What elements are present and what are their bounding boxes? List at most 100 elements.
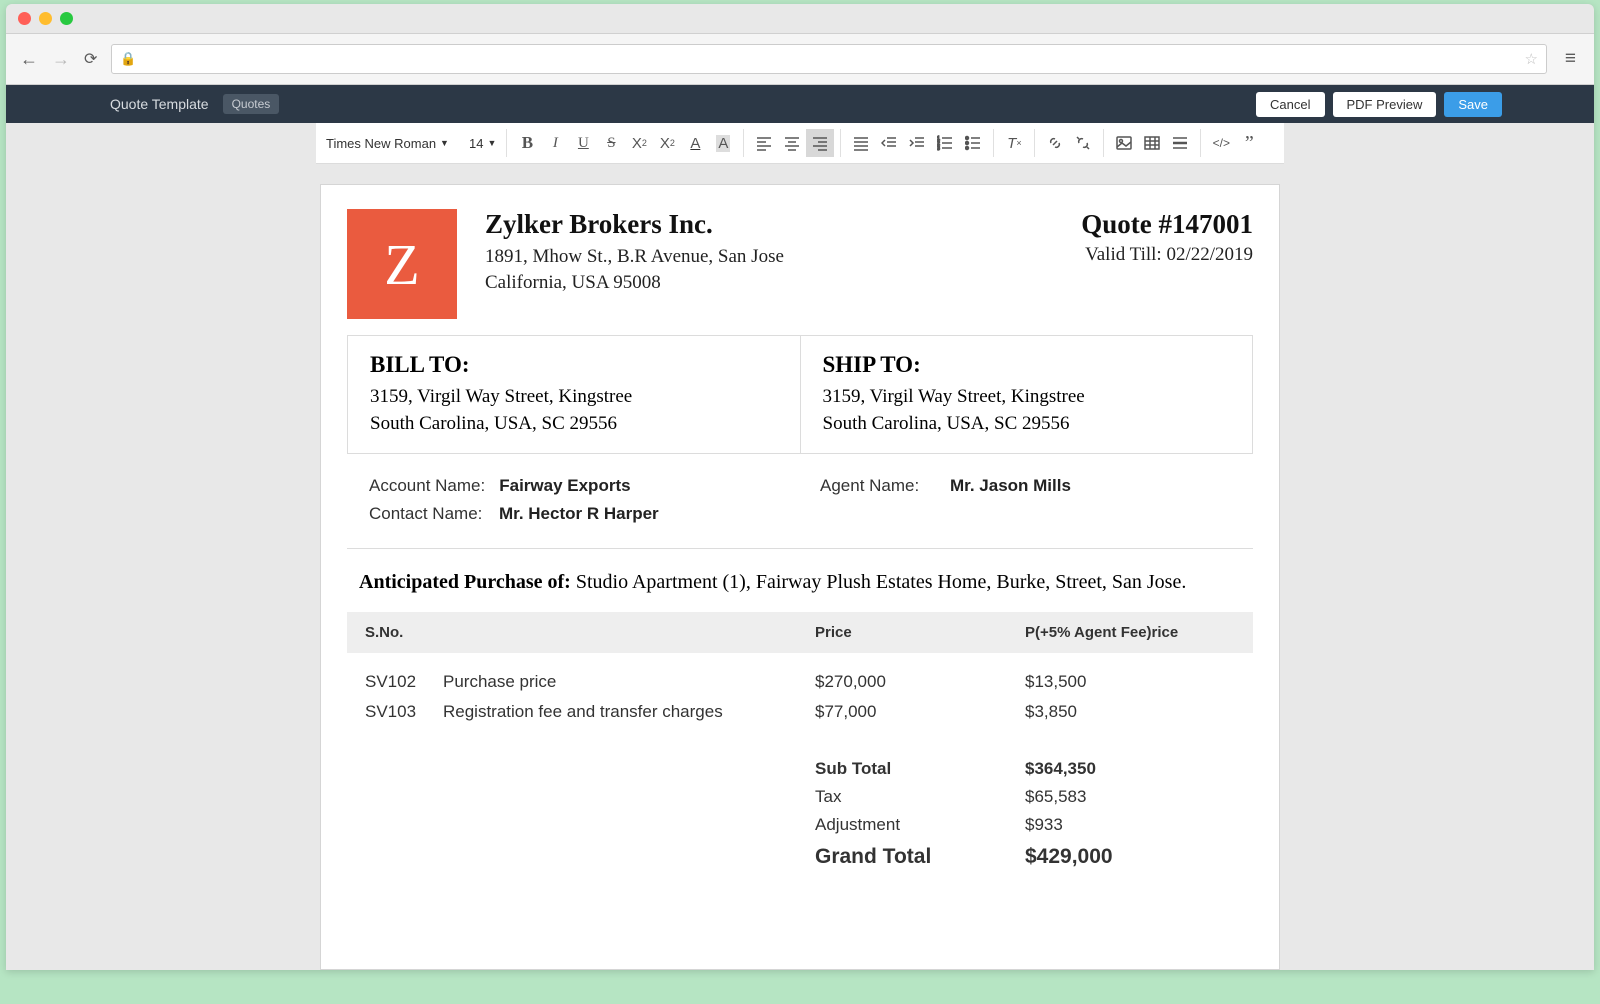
highlight-color-button[interactable]: A: [709, 129, 737, 157]
company-logo: Z: [347, 209, 457, 319]
subscript-button[interactable]: X2: [625, 129, 653, 157]
bold-button[interactable]: B: [513, 129, 541, 157]
editor-toolbar: Times New Roman ▼ 14 ▼ B I U S X2 X2 A A…: [316, 123, 1284, 164]
company-address-line1: 1891, Mhow St., B.R Avenue, San Jose: [485, 244, 1053, 270]
text-color-button[interactable]: A: [681, 129, 709, 157]
tax-value: $65,583: [1025, 787, 1235, 807]
cell-fee: $13,500: [1025, 672, 1235, 692]
adjustment-value: $933: [1025, 815, 1235, 835]
window-maximize-icon[interactable]: [60, 12, 73, 25]
ordered-list-button[interactable]: 123: [931, 129, 959, 157]
table-row: SV102 Purchase price $270,000 $13,500: [365, 667, 1235, 697]
logo-letter: Z: [384, 231, 419, 298]
unlink-button[interactable]: [1069, 129, 1097, 157]
purchase-label: Anticipated Purchase of:: [359, 571, 571, 593]
align-left-button[interactable]: [750, 129, 778, 157]
svg-text:3: 3: [937, 146, 940, 151]
underline-button[interactable]: U: [569, 129, 597, 157]
ship-to-line2: South Carolina, USA, SC 29556: [823, 411, 1231, 438]
ship-to-box: SHIP TO: 3159, Virgil Way Street, Kingst…: [801, 336, 1253, 453]
ship-to-line1: 3159, Virgil Way Street, Kingstree: [823, 384, 1231, 411]
align-center-button[interactable]: [778, 129, 806, 157]
clear-format-button[interactable]: T×: [1000, 129, 1028, 157]
table-button[interactable]: [1138, 129, 1166, 157]
align-justify-button[interactable]: [847, 129, 875, 157]
page-title: Quote Template: [20, 96, 209, 112]
quote-number: Quote #147001: [1081, 209, 1253, 240]
window-controls: [6, 4, 1594, 34]
cell-price: $270,000: [815, 672, 1025, 692]
unordered-list-button[interactable]: [959, 129, 987, 157]
adjustment-label: Adjustment: [815, 815, 1025, 835]
cell-price: $77,000: [815, 702, 1025, 722]
code-view-button[interactable]: </>: [1207, 129, 1235, 157]
bill-to-box: BILL TO: 3159, Virgil Way Street, Kingst…: [348, 336, 801, 453]
cell-sno: SV102: [365, 672, 443, 692]
pdf-preview-button[interactable]: PDF Preview: [1333, 92, 1437, 117]
link-button[interactable]: [1041, 129, 1069, 157]
subtotal-label: Sub Total: [815, 759, 1025, 779]
bookmark-star-icon[interactable]: ☆: [1524, 50, 1537, 68]
window-minimize-icon[interactable]: [39, 12, 52, 25]
context-badge[interactable]: Quotes: [223, 94, 280, 114]
url-bar[interactable]: 🔒 ☆: [111, 44, 1547, 74]
cell-fee: $3,850: [1025, 702, 1235, 722]
bill-to-title: BILL TO:: [370, 352, 778, 378]
back-button[interactable]: ←: [20, 49, 38, 70]
purchase-description: Anticipated Purchase of: Studio Apartmen…: [347, 549, 1253, 612]
ship-to-title: SHIP TO:: [823, 352, 1231, 378]
font-family-select[interactable]: Times New Roman ▼: [316, 132, 459, 155]
bill-to-line1: 3159, Virgil Way Street, Kingstree: [370, 384, 778, 411]
header-price: Price: [815, 624, 1025, 641]
grand-total-row: .. Grand Total $429,000: [365, 839, 1235, 873]
agent-name-value: Mr. Jason Mills: [950, 476, 1071, 496]
cell-sno: SV103: [365, 702, 443, 722]
indent-button[interactable]: [903, 129, 931, 157]
header-fee: P(+5% Agent Fee)rice: [1025, 624, 1235, 641]
cancel-button[interactable]: Cancel: [1256, 92, 1324, 117]
chevron-down-icon: ▼: [487, 138, 496, 148]
table-header: S.No. Price P(+5% Agent Fee)rice: [347, 612, 1253, 653]
adjustment-row: .. Adjustment $933: [365, 811, 1235, 839]
account-name-value: Fairway Exports: [499, 476, 630, 496]
superscript-button[interactable]: X2: [653, 129, 681, 157]
forward-button[interactable]: →: [52, 49, 70, 70]
window-close-icon[interactable]: [18, 12, 31, 25]
font-size-select[interactable]: 14 ▼: [459, 132, 506, 155]
blockquote-button[interactable]: ”: [1235, 129, 1263, 157]
app-bar: Quote Template Quotes Cancel PDF Preview…: [6, 85, 1594, 123]
header-sno: S.No.: [365, 624, 443, 641]
cell-desc: Registration fee and transfer charges: [443, 702, 815, 722]
document-canvas[interactable]: Z Zylker Brokers Inc. 1891, Mhow St., B.…: [320, 184, 1280, 970]
lock-icon: 🔒: [120, 51, 136, 67]
quote-valid-till: Valid Till: 02/22/2019: [1081, 244, 1253, 266]
tax-label: Tax: [815, 787, 1025, 807]
subtotal-row: .. Sub Total $364,350: [365, 755, 1235, 783]
bill-to-line2: South Carolina, USA, SC 29556: [370, 411, 778, 438]
cell-desc: Purchase price: [443, 672, 815, 692]
outdent-button[interactable]: [875, 129, 903, 157]
strikethrough-button[interactable]: S: [597, 129, 625, 157]
italic-button[interactable]: I: [541, 129, 569, 157]
image-button[interactable]: [1110, 129, 1138, 157]
account-name-label: Account Name:: [369, 476, 485, 496]
align-right-button[interactable]: [806, 129, 834, 157]
grand-total-label: Grand Total: [815, 845, 1025, 869]
grand-total-value: $429,000: [1025, 845, 1235, 869]
save-button[interactable]: Save: [1444, 92, 1502, 117]
company-address-line2: California, USA 95008: [485, 270, 1053, 296]
chevron-down-icon: ▼: [440, 138, 449, 148]
horizontal-rule-button[interactable]: [1166, 129, 1194, 157]
contact-name-value: Mr. Hector R Harper: [499, 504, 659, 524]
purchase-text: Studio Apartment (1), Fairway Plush Esta…: [576, 571, 1186, 593]
font-family-label: Times New Roman: [326, 136, 436, 151]
browser-menu-icon[interactable]: ≡: [1561, 48, 1580, 70]
table-row: SV103 Registration fee and transfer char…: [365, 697, 1235, 727]
subtotal-value: $364,350: [1025, 759, 1235, 779]
agent-name-label: Agent Name:: [820, 476, 936, 496]
contact-name-label: Contact Name:: [369, 504, 485, 524]
reload-button[interactable]: ⟳: [84, 49, 97, 69]
tax-row: .. Tax $65,583: [365, 783, 1235, 811]
company-name: Zylker Brokers Inc.: [485, 209, 1053, 240]
font-size-label: 14: [469, 136, 483, 151]
